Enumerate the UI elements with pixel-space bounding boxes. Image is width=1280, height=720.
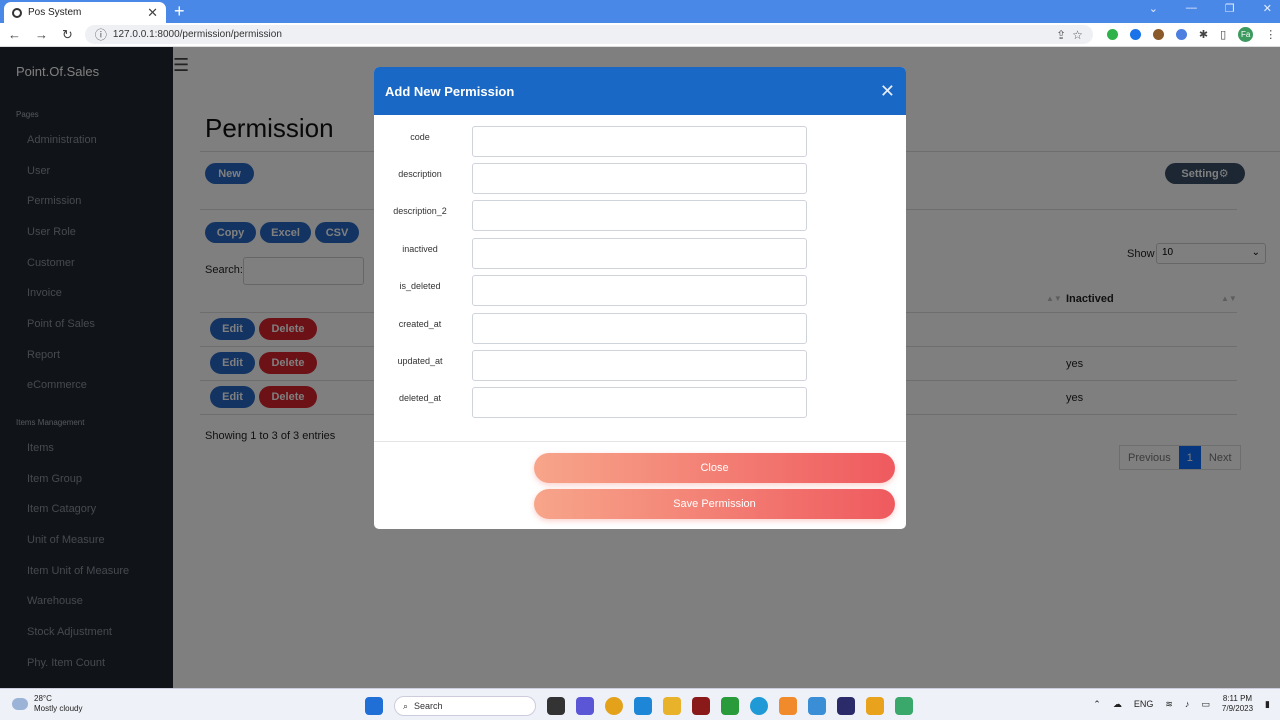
- mail-icon[interactable]: [808, 697, 826, 715]
- notification-icon[interactable]: ▮: [1265, 699, 1270, 710]
- field-label-created-at: created_at: [398, 319, 442, 329]
- updated-at-input[interactable]: [472, 350, 807, 381]
- modal-header: Add New Permission ✕: [374, 67, 906, 115]
- new-tab-button[interactable]: +: [174, 0, 185, 22]
- is-deleted-input[interactable]: [472, 275, 807, 306]
- taskbar-search[interactable]: ⌕ Search: [394, 696, 536, 716]
- app-icon[interactable]: [895, 697, 913, 715]
- translate-extension-icon[interactable]: [1175, 29, 1187, 40]
- more-menu-icon[interactable]: ⋮: [1265, 28, 1276, 41]
- onedrive-icon[interactable]: ☁: [1113, 699, 1122, 710]
- field-row-inactived: inactived: [374, 238, 906, 269]
- taskbar-search-placeholder: Search: [414, 701, 443, 711]
- language-indicator[interactable]: ENG: [1134, 699, 1154, 709]
- bookmark-star-icon[interactable]: ☆: [1072, 28, 1083, 42]
- minimize-icon[interactable]: —: [1186, 2, 1197, 15]
- start-icon[interactable]: [365, 697, 383, 715]
- info-icon[interactable]: ⓘ: [95, 26, 107, 43]
- modal-title: Add New Permission: [385, 83, 515, 99]
- clock-time: 8:11 PM: [1222, 694, 1253, 703]
- add-permission-modal: Add New Permission ✕ code description de…: [374, 67, 906, 529]
- xbox-icon[interactable]: [721, 697, 739, 715]
- field-label-description: description: [398, 169, 442, 179]
- address-bar-row: ← → ↻ ⓘ 127.0.0.1:8000/permission/permis…: [0, 23, 1280, 47]
- sidepanel-icon[interactable]: ▯: [1220, 28, 1226, 41]
- created-at-input[interactable]: [472, 313, 807, 344]
- chrome-icon[interactable]: [605, 697, 623, 715]
- file-explorer-icon[interactable]: [663, 697, 681, 715]
- description-input[interactable]: [472, 163, 807, 194]
- field-row-is-deleted: is_deleted: [374, 275, 906, 306]
- field-label-code: code: [410, 132, 430, 142]
- browser-tab[interactable]: Pos System ✕: [4, 2, 166, 23]
- chat-icon[interactable]: [576, 697, 594, 715]
- extension-icon[interactable]: [1129, 29, 1141, 40]
- chevron-down-icon[interactable]: ⌄: [1149, 2, 1158, 15]
- forward-icon[interactable]: →: [35, 27, 48, 42]
- modal-footer-divider: [374, 441, 906, 442]
- site-favicon-icon: [12, 7, 22, 18]
- field-label-updated-at: updated_at: [397, 356, 443, 366]
- field-row-code: code: [374, 126, 906, 157]
- search-icon: ⌕: [403, 700, 409, 711]
- tab-title: Pos System: [28, 7, 82, 18]
- field-row-updated-at: updated_at: [374, 350, 906, 381]
- wifi-icon[interactable]: ≋: [1165, 699, 1173, 710]
- profile-avatar[interactable]: Fa: [1238, 27, 1254, 42]
- url-text[interactable]: 127.0.0.1:8000/permission/permission: [113, 29, 1050, 40]
- field-row-created-at: created_at: [374, 313, 906, 344]
- app-icon[interactable]: [692, 697, 710, 715]
- clock-date: 7/9/2023: [1221, 704, 1254, 713]
- cloud-icon: [12, 698, 28, 710]
- inactived-input[interactable]: [472, 238, 807, 269]
- share-icon[interactable]: ⇪: [1056, 28, 1066, 42]
- field-label-description-2: description_2: [393, 206, 447, 216]
- battery-icon[interactable]: ▭: [1201, 699, 1210, 710]
- chevron-up-icon[interactable]: ⌃: [1093, 699, 1101, 710]
- cookie-extension-icon[interactable]: [1152, 29, 1164, 40]
- tab-close-icon[interactable]: ✕: [147, 5, 158, 21]
- system-tray: ⌃ ☁ ENG ≋ ♪ ▭ 8:11 PM 7/9/2023 ▮: [1093, 694, 1270, 714]
- field-label-deleted-at: deleted_at: [398, 393, 442, 403]
- save-permission-button[interactable]: Save Permission: [534, 489, 895, 519]
- field-row-deleted-at: deleted_at: [374, 387, 906, 418]
- jetbrains-icon[interactable]: [837, 697, 855, 715]
- reload-icon[interactable]: ↻: [62, 27, 73, 43]
- description-2-input[interactable]: [472, 200, 807, 231]
- volume-icon[interactable]: ♪: [1185, 699, 1190, 709]
- taskbar-apps: ⌕ Search: [365, 696, 913, 716]
- field-label-is-deleted: is_deleted: [399, 281, 441, 291]
- weather-widget[interactable]: 28°C Mostly cloudy: [12, 694, 82, 714]
- vscode-icon[interactable]: [634, 697, 652, 715]
- field-label-inactived: inactived: [402, 244, 438, 254]
- close-window-icon[interactable]: ✕: [1263, 2, 1272, 15]
- extensions-area: ✱ ▯ Fa ⋮: [1106, 27, 1276, 42]
- window-controls: ⌄ — ❐ ✕: [1149, 2, 1272, 15]
- omnibox[interactable]: ⓘ 127.0.0.1:8000/permission/permission ⇪…: [84, 25, 1093, 44]
- weather-desc: Mostly cloudy: [34, 704, 83, 713]
- windows-taskbar: 28°C Mostly cloudy ⌕ Search ⌃ ☁ ENG ≋ ♪ …: [0, 688, 1280, 720]
- clock[interactable]: 8:11 PM 7/9/2023: [1222, 694, 1253, 714]
- back-icon[interactable]: ←: [8, 27, 21, 42]
- browser-tab-bar: Pos System ✕ + ⌄ — ❐ ✕: [0, 0, 1280, 23]
- deleted-at-input[interactable]: [472, 387, 807, 418]
- app-icon[interactable]: [779, 697, 797, 715]
- code-input[interactable]: [472, 126, 807, 157]
- edge-icon[interactable]: [750, 697, 768, 715]
- field-row-description-2: description_2: [374, 200, 906, 231]
- close-button[interactable]: Close: [534, 453, 895, 483]
- close-icon[interactable]: ✕: [880, 81, 895, 102]
- field-row-description: description: [374, 163, 906, 194]
- task-view-icon[interactable]: [547, 697, 565, 715]
- restore-icon[interactable]: ❐: [1225, 2, 1235, 15]
- puzzle-icon[interactable]: ✱: [1199, 28, 1208, 41]
- weather-temp: 28°C: [34, 694, 52, 703]
- shield-extension-icon[interactable]: [1106, 29, 1118, 40]
- app-icon[interactable]: [866, 697, 884, 715]
